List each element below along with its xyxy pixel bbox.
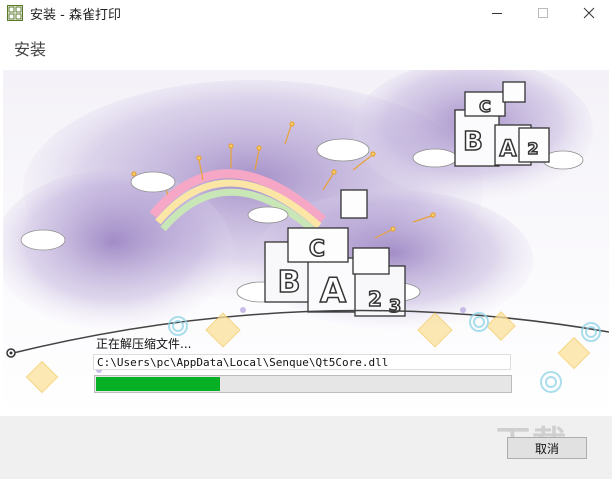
block-letter-3: 3 (389, 296, 402, 317)
svg-text:C: C (479, 97, 491, 116)
page-title: 安装 (14, 40, 47, 59)
block-letter-a: A (320, 271, 347, 311)
svg-text:B: B (463, 127, 483, 157)
minimize-icon (492, 13, 502, 14)
progress-fill (96, 377, 220, 391)
app-icon (7, 5, 23, 21)
title-bar[interactable]: 安装 - 森雀打印 (0, 0, 612, 26)
minimize-button[interactable] (474, 0, 520, 26)
window-title: 安装 - 森雀打印 (30, 8, 121, 23)
cancel-button[interactable]: 取消 (507, 437, 587, 459)
maximize-icon (538, 8, 548, 18)
maximize-button (520, 0, 566, 26)
current-file-path: C:\Users\pc\AppData\Local\Senque\Qt5Core… (93, 354, 511, 370)
install-progress-bar (94, 375, 512, 393)
close-button[interactable] (566, 0, 612, 26)
installer-window: 安装 - 森雀打印 安装 B A 2 3 C B A 2 C 正在解压缩文件..… (0, 0, 612, 479)
close-icon (583, 7, 595, 19)
block-letter-2: 2 (368, 287, 382, 311)
block-letter-c: C (309, 237, 325, 262)
block-letter-b: B (278, 265, 301, 300)
svg-text:2: 2 (527, 139, 538, 158)
svg-text:A: A (499, 137, 516, 162)
page-header: 安装 (0, 26, 612, 70)
install-status: 正在解压缩文件... (96, 337, 192, 351)
